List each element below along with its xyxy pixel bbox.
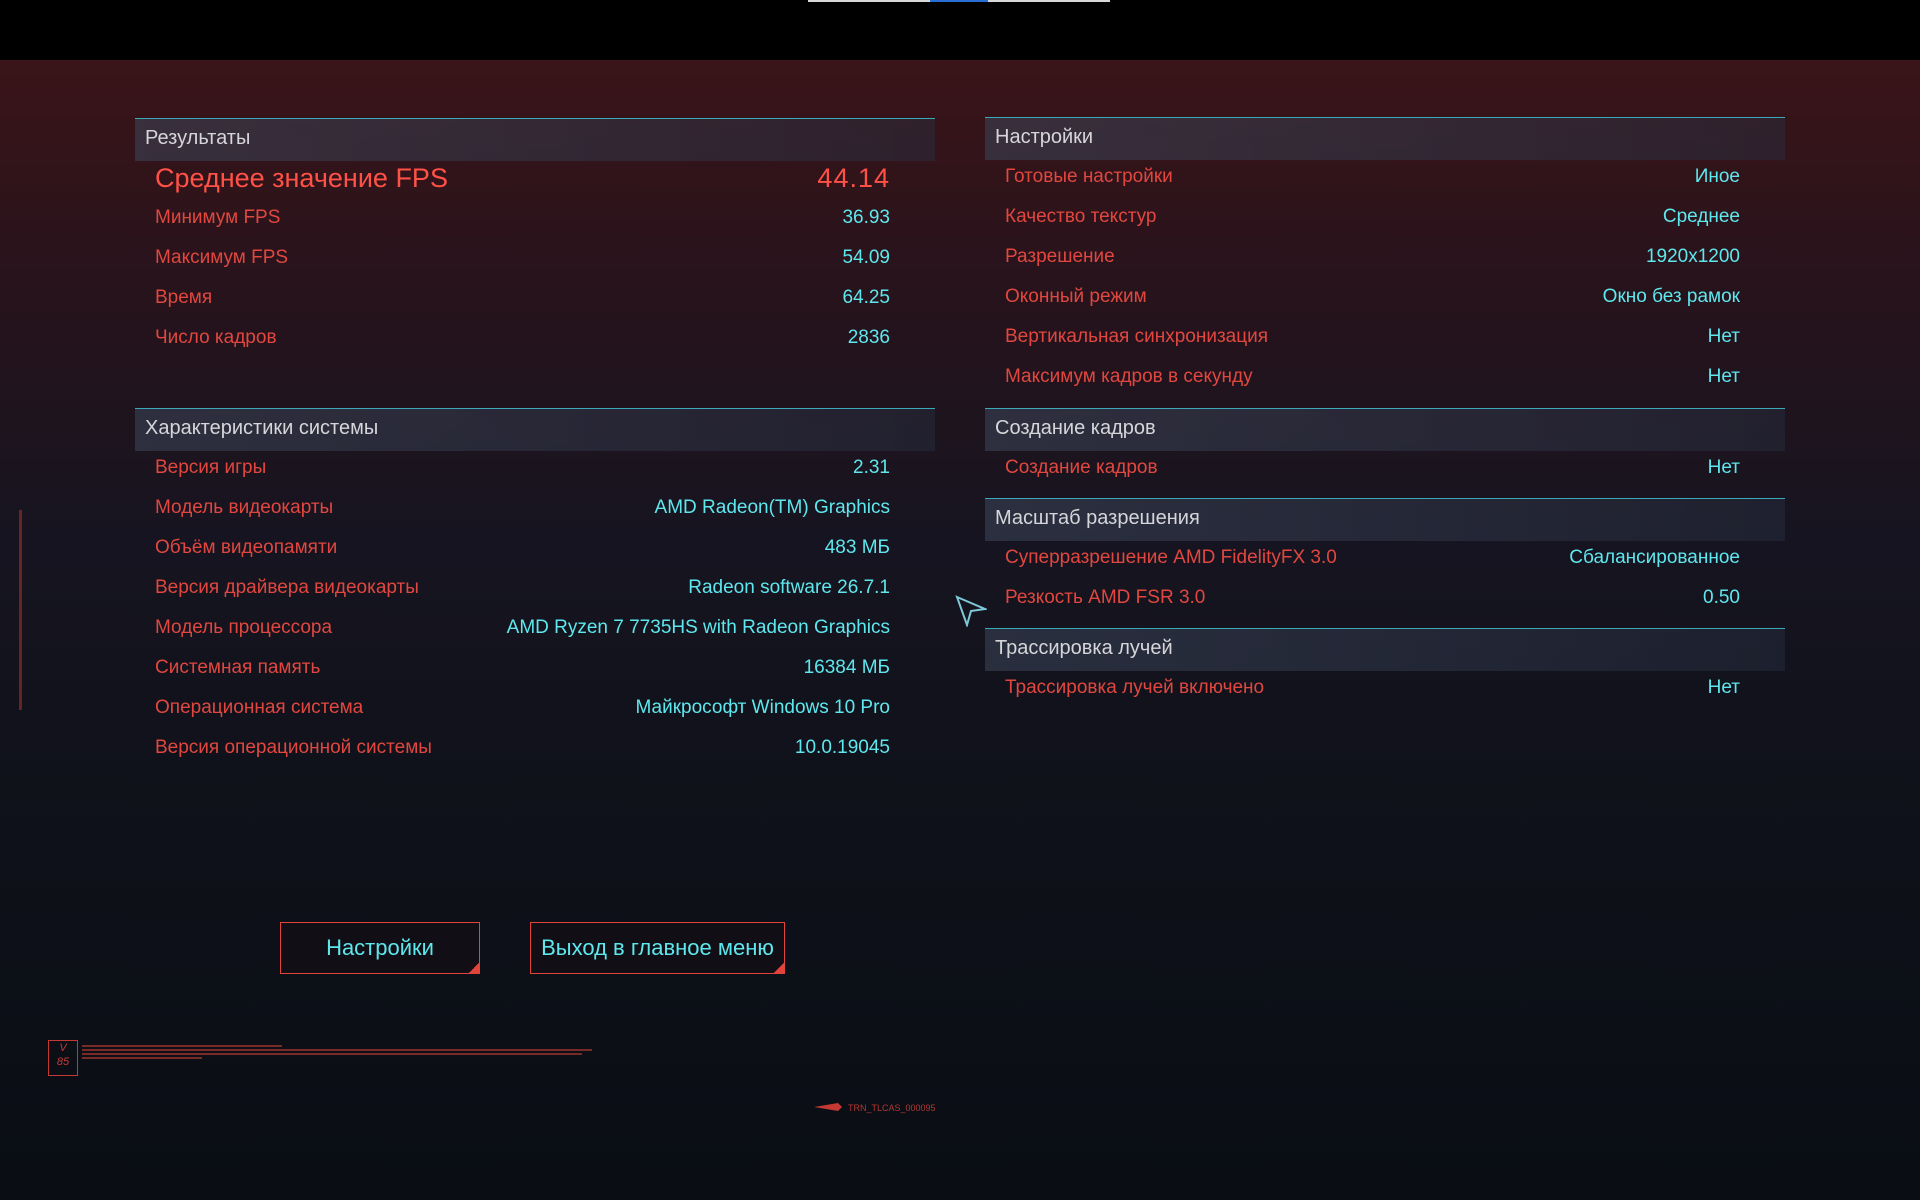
raytracing-panel: Трассировка лучей Трассировка лучей вклю… [985, 628, 1785, 718]
system-row: Объём видеопамяти 483 МБ [155, 533, 890, 565]
row-value: 16384 МБ [803, 657, 890, 678]
settings-row: Качество текстур Среднее [1005, 202, 1740, 234]
row-label: Модель видеокарты [155, 497, 334, 518]
row-label: Операционная система [155, 697, 364, 718]
row-label: Разрешение [1005, 246, 1115, 267]
scaling-header: Масштаб разрешения [985, 498, 1785, 541]
frame-gen-title: Создание кадров [995, 417, 1156, 439]
row-value: Нет [1707, 677, 1740, 698]
system-row: Системная память 16384 МБ [155, 653, 890, 685]
frame-gen-row: Создание кадров Нет [1005, 453, 1740, 485]
row-value: 64.25 [842, 287, 890, 308]
time-row: Время 64.25 [155, 283, 890, 315]
row-value: Среднее [1662, 206, 1740, 227]
row-label: Версия операционной системы [155, 737, 432, 758]
settings-row: Вертикальная синхронизация Нет [1005, 322, 1740, 354]
row-value: AMD Ryzen 7 7735HS with Radeon Graphics [506, 617, 890, 638]
system-title: Характеристики системы [145, 417, 379, 439]
avg-fps-label: Среднее значение FPS [155, 163, 448, 193]
scaling-panel: Масштаб разрешения Суперразрешение AMD F… [985, 498, 1785, 628]
row-label: Готовые настройки [1005, 166, 1173, 187]
row-value: Иное [1694, 166, 1740, 187]
row-value: 2.31 [853, 457, 890, 478]
min-fps-row: Минимум FPS 36.93 [155, 203, 890, 235]
system-row: Версия драйвера видеокарты Radeon softwa… [155, 573, 890, 605]
top-progress-indicator [930, 0, 988, 2]
frame-count-row: Число кадров 2836 [155, 323, 890, 355]
cursor-icon [955, 595, 987, 627]
row-value: 36.93 [842, 207, 890, 228]
row-label: Оконный режим [1005, 286, 1147, 307]
version-badge: V 85 [48, 1040, 78, 1076]
system-row: Операционная система Майкрософт Windows … [155, 693, 890, 725]
row-label: Число кадров [155, 327, 277, 348]
exit-to-main-menu-button[interactable]: Выход в главное меню [530, 922, 785, 974]
row-value: 10.0.19045 [794, 737, 890, 758]
raytracing-header: Трассировка лучей [985, 628, 1785, 671]
row-label: Версия игры [155, 457, 267, 478]
settings-title: Настройки [995, 126, 1094, 148]
row-label: Объём видеопамяти [155, 537, 338, 558]
settings-button[interactable]: Настройки [280, 922, 480, 974]
row-value: Нет [1707, 366, 1740, 387]
row-label: Резкость AMD FSR 3.0 [1005, 587, 1206, 608]
row-value: 2836 [847, 327, 890, 348]
system-row: Версия операционной системы 10.0.19045 [155, 733, 890, 765]
row-label: Качество текстур [1005, 206, 1157, 227]
results-panel: Результаты Среднее значение FPS 44.14 Ми… [135, 118, 935, 398]
row-value: 483 МБ [824, 537, 890, 558]
row-value: Окно без рамок [1602, 286, 1740, 307]
row-label: Максимум FPS [155, 247, 289, 268]
raytracing-title: Трассировка лучей [995, 637, 1173, 659]
top-letterbox [0, 0, 1920, 60]
avg-fps-row: Среднее значение FPS 44.14 [155, 163, 890, 195]
scaling-row: Резкость AMD FSR 3.0 0.50 [1005, 583, 1740, 615]
row-value: AMD Radeon(TM) Graphics [654, 497, 890, 518]
row-value: 54.09 [842, 247, 890, 268]
row-label: Трассировка лучей включено [1005, 677, 1265, 698]
settings-row: Оконный режим Окно без рамок [1005, 282, 1740, 314]
system-row: Версия игры 2.31 [155, 453, 890, 485]
row-label: Минимум FPS [155, 207, 281, 228]
row-label: Системная память [155, 657, 321, 678]
max-fps-row: Максимум FPS 54.09 [155, 243, 890, 275]
row-value: Сбалансированное [1569, 547, 1740, 568]
raytracing-row: Трассировка лучей включено Нет [1005, 673, 1740, 705]
avg-fps-value: 44.14 [817, 163, 890, 193]
legal-fine-print-icon [82, 1044, 602, 1061]
settings-row: Максимум кадров в секунду Нет [1005, 362, 1740, 394]
system-row: Модель видеокарты AMD Radeon(TM) Graphic… [155, 493, 890, 525]
row-label: Время [155, 287, 213, 308]
footer-code: TRN_TLCAS_000095 [848, 1103, 936, 1113]
row-value: Radeon software 26.7.1 [688, 577, 890, 598]
row-value: Нет [1707, 326, 1740, 347]
row-value: 1920x1200 [1645, 246, 1740, 267]
system-header: Характеристики системы [135, 408, 935, 451]
settings-row: Готовые настройки Иное [1005, 162, 1740, 194]
row-label: Вертикальная синхронизация [1005, 326, 1269, 347]
row-value: Майкрософт Windows 10 Pro [635, 697, 890, 718]
row-label: Создание кадров [1005, 457, 1158, 478]
row-label: Суперразрешение AMD FidelityFX 3.0 [1005, 547, 1337, 568]
system-panel: Характеристики системы Версия игры 2.31 … [135, 408, 935, 778]
side-serial-icon [19, 510, 22, 710]
settings-header: Настройки [985, 117, 1785, 160]
scaling-title: Масштаб разрешения [995, 507, 1200, 529]
system-row: Модель процессора AMD Ryzen 7 7735HS wit… [155, 613, 890, 645]
frame-gen-header: Создание кадров [985, 408, 1785, 451]
settings-panel: Настройки Готовые настройки Иное Качеств… [985, 117, 1785, 407]
results-title: Результаты [145, 127, 251, 149]
results-header: Результаты [135, 118, 935, 161]
row-label: Максимум кадров в секунду [1005, 366, 1253, 387]
arrow-marker-icon [814, 1103, 842, 1111]
settings-row: Разрешение 1920x1200 [1005, 242, 1740, 274]
row-label: Модель процессора [155, 617, 333, 638]
row-label: Версия драйвера видеокарты [155, 577, 419, 598]
row-value: Нет [1707, 457, 1740, 478]
row-value: 0.50 [1703, 587, 1740, 608]
frame-gen-panel: Создание кадров Создание кадров Нет [985, 408, 1785, 498]
scaling-row: Суперразрешение AMD FidelityFX 3.0 Сбала… [1005, 543, 1740, 575]
